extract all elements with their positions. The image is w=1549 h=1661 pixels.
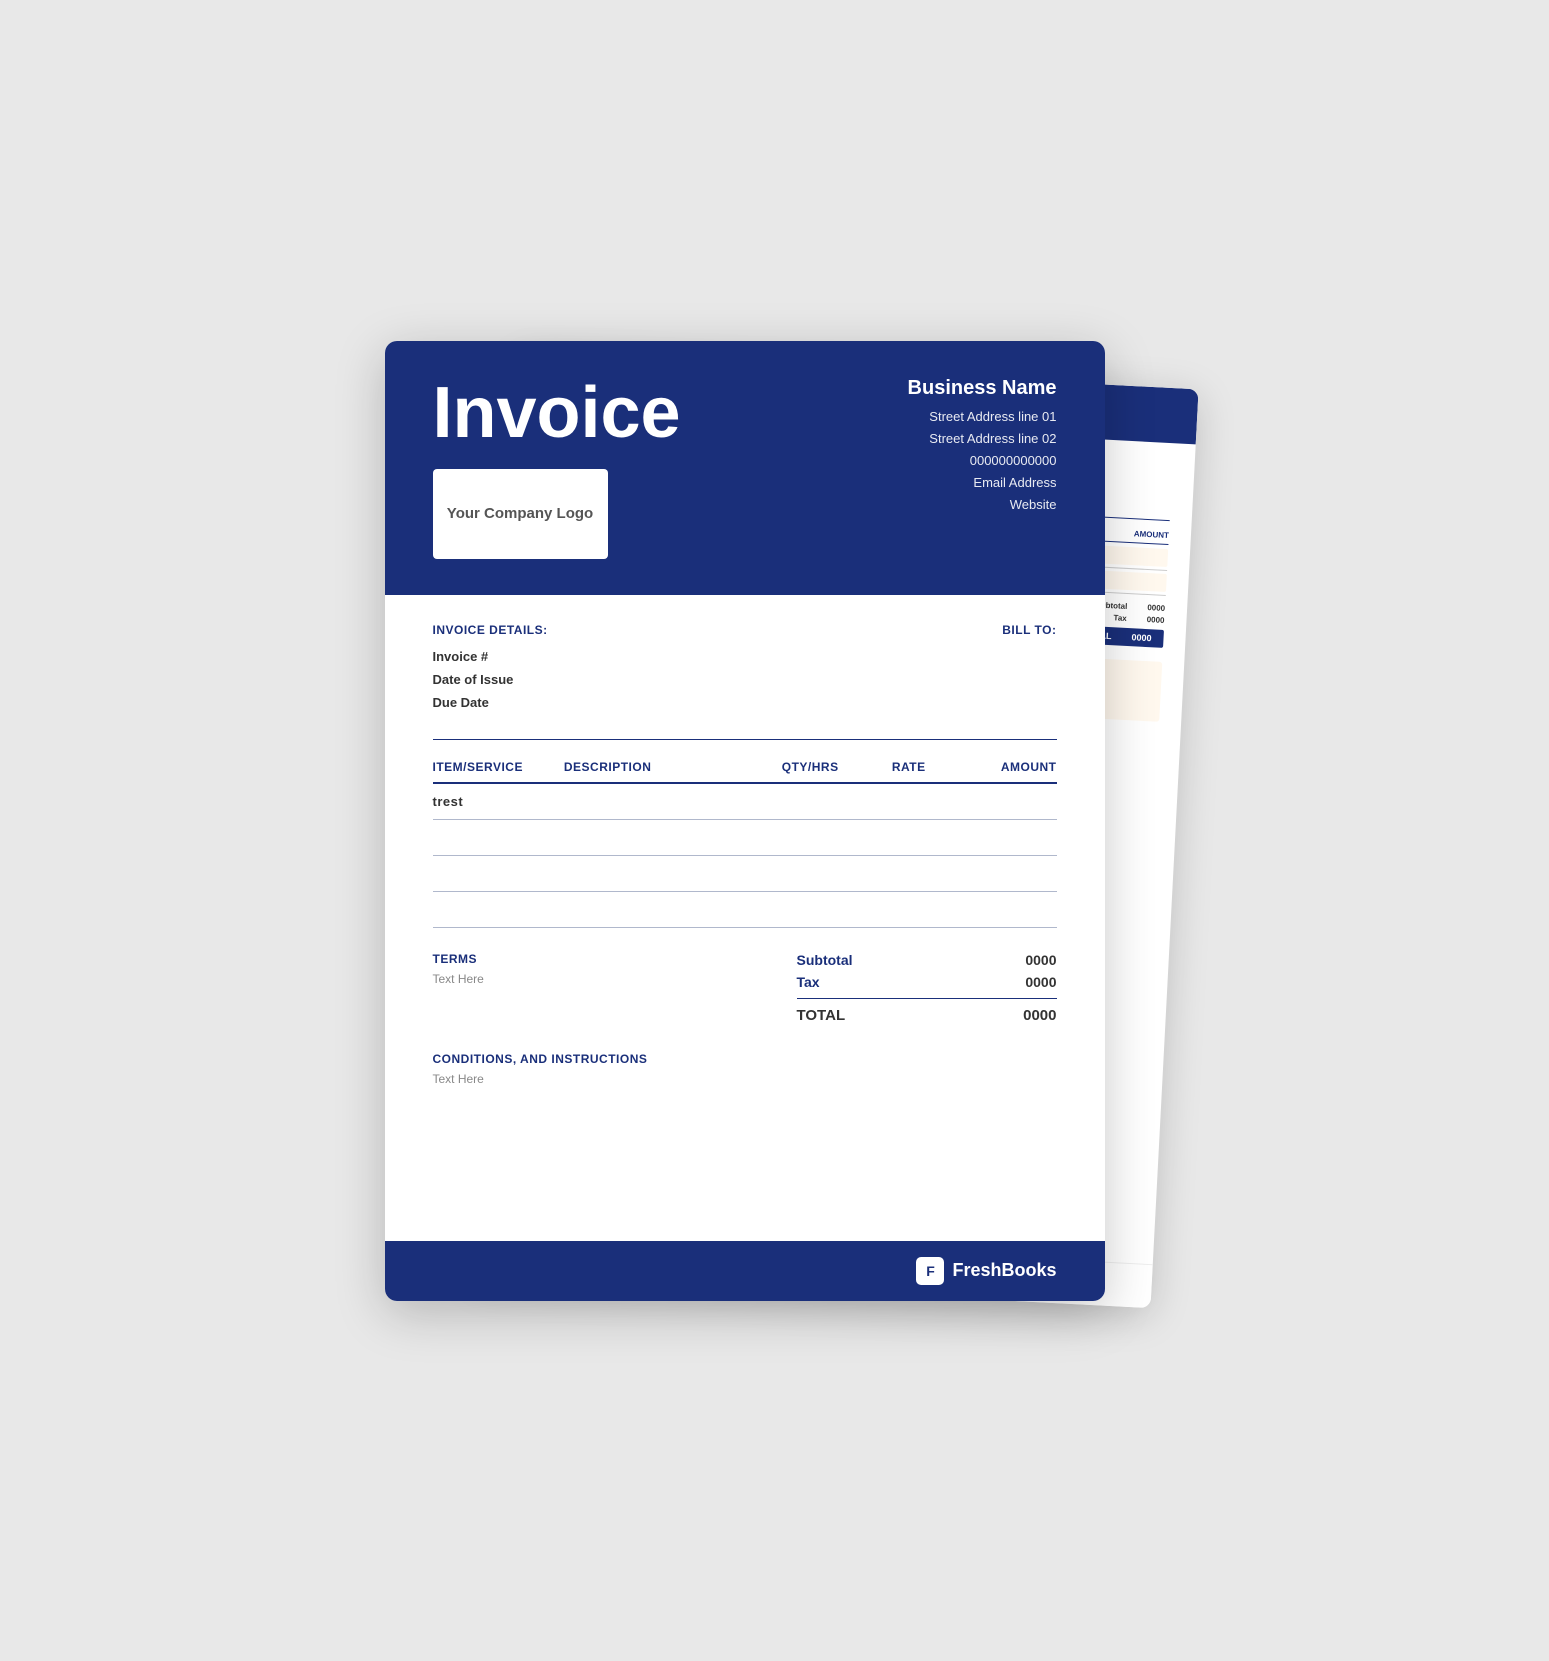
row3-amount xyxy=(958,866,1057,881)
back-tax-row: Tax 0000 xyxy=(1113,613,1164,625)
freshbooks-icon: F xyxy=(916,1257,944,1285)
back-col-amount: AMOUNT xyxy=(1133,529,1169,540)
back-subtotal-row: Subtotal 0000 xyxy=(1095,600,1165,613)
row1-desc xyxy=(564,794,761,809)
row2-item xyxy=(433,830,564,845)
col-header-desc: DESCRIPTION xyxy=(564,760,761,774)
items-table: ITEM/SERVICE DESCRIPTION QTY/HRS RATE AM… xyxy=(433,760,1057,928)
row1-amount xyxy=(958,794,1057,809)
date-of-issue-label: Date of Issue xyxy=(433,668,548,691)
terms-section: TERMS Text Here xyxy=(433,952,484,986)
freshbooks-logo: F FreshBooks xyxy=(916,1257,1056,1285)
business-address2: Street Address line 02 xyxy=(908,428,1057,450)
invoice-scene: INVOICE DETAILS: Invoice # 0000 Date of … xyxy=(385,341,1165,1321)
invoice-number-label: Invoice # xyxy=(433,645,548,668)
items-table-header: ITEM/SERVICE DESCRIPTION QTY/HRS RATE AM… xyxy=(433,760,1057,784)
tax-value: 0000 xyxy=(1025,974,1056,990)
totals-divider xyxy=(797,998,1057,999)
logo-text: Your Company Logo xyxy=(447,503,593,524)
back-tax-value: 0000 xyxy=(1146,615,1164,625)
row4-item xyxy=(433,902,564,917)
total-value: 0000 xyxy=(1023,1007,1056,1024)
bill-to-section: BILL TO: xyxy=(1002,623,1056,715)
col-header-amount: AMOUNT xyxy=(958,760,1057,774)
business-address1: Street Address line 01 xyxy=(908,406,1057,428)
invoice-details-title: INVOICE DETAILS: xyxy=(433,623,548,637)
invoice-details-section: INVOICE DETAILS: Invoice # Date of Issue… xyxy=(433,623,548,715)
row2-desc xyxy=(564,830,761,845)
section-divider xyxy=(433,739,1057,740)
freshbooks-name: FreshBooks xyxy=(952,1260,1056,1281)
due-date-label: Due Date xyxy=(433,691,548,714)
table-row-3 xyxy=(433,856,1057,892)
invoice-body: INVOICE DETAILS: Invoice # Date of Issue… xyxy=(385,595,1105,1024)
row3-rate xyxy=(859,866,958,881)
col-header-rate: RATE xyxy=(859,760,958,774)
row4-qty xyxy=(761,902,860,917)
terms-totals-row: TERMS Text Here Subtotal 0000 Tax 0000 T… xyxy=(433,952,1057,1024)
back-subtotal-value: 0000 xyxy=(1147,603,1165,613)
conditions-title: CONDITIONS, AND INSTRUCTIONS xyxy=(433,1052,1057,1066)
row2-amount xyxy=(958,830,1057,845)
subtotal-label: Subtotal xyxy=(797,952,853,968)
row4-rate xyxy=(859,902,958,917)
back-tax-label: Tax xyxy=(1113,613,1127,623)
invoice-header: Invoice Your Company Logo Business Name … xyxy=(385,341,1105,595)
table-row-4 xyxy=(433,892,1057,928)
subtotal-value: 0000 xyxy=(1025,952,1056,968)
row1-qty xyxy=(761,794,860,809)
business-email: Email Address xyxy=(908,472,1057,494)
row1-item: trest xyxy=(433,794,564,809)
logo-box: Your Company Logo xyxy=(433,469,608,559)
business-phone: 000000000000 xyxy=(908,450,1057,472)
terms-text: Text Here xyxy=(433,972,484,986)
tax-row: Tax 0000 xyxy=(797,974,1057,990)
invoice-title: Invoice xyxy=(433,377,681,449)
header-left: Invoice Your Company Logo xyxy=(433,377,681,559)
row3-qty xyxy=(761,866,860,881)
business-name: Business Name xyxy=(908,377,1057,400)
row4-desc xyxy=(564,902,761,917)
conditions-section: CONDITIONS, AND INSTRUCTIONS Text Here xyxy=(385,1052,1105,1086)
row2-qty xyxy=(761,830,860,845)
invoice-front: Invoice Your Company Logo Business Name … xyxy=(385,341,1105,1301)
row3-desc xyxy=(564,866,761,881)
row3-item xyxy=(433,866,564,881)
table-row-1: trest xyxy=(433,784,1057,820)
tax-label: Tax xyxy=(797,974,820,990)
col-header-qty: QTY/HRS xyxy=(761,760,860,774)
bill-to-title: BILL TO: xyxy=(1002,623,1056,637)
total-label: TOTAL xyxy=(797,1007,846,1024)
terms-title: TERMS xyxy=(433,952,484,966)
details-row: INVOICE DETAILS: Invoice # Date of Issue… xyxy=(433,623,1057,715)
row4-amount xyxy=(958,902,1057,917)
row2-rate xyxy=(859,830,958,845)
total-final-row: TOTAL 0000 xyxy=(797,1007,1057,1024)
back-total-value: 0000 xyxy=(1131,632,1152,643)
conditions-text: Text Here xyxy=(433,1072,1057,1086)
table-row-2 xyxy=(433,820,1057,856)
totals-section: Subtotal 0000 Tax 0000 TOTAL 0000 xyxy=(797,952,1057,1024)
row1-rate xyxy=(859,794,958,809)
business-website: Website xyxy=(908,494,1057,516)
col-header-item: ITEM/SERVICE xyxy=(433,760,564,774)
subtotal-row: Subtotal 0000 xyxy=(797,952,1057,968)
invoice-footer: F FreshBooks xyxy=(385,1241,1105,1301)
business-info: Business Name Street Address line 01 Str… xyxy=(908,377,1057,516)
